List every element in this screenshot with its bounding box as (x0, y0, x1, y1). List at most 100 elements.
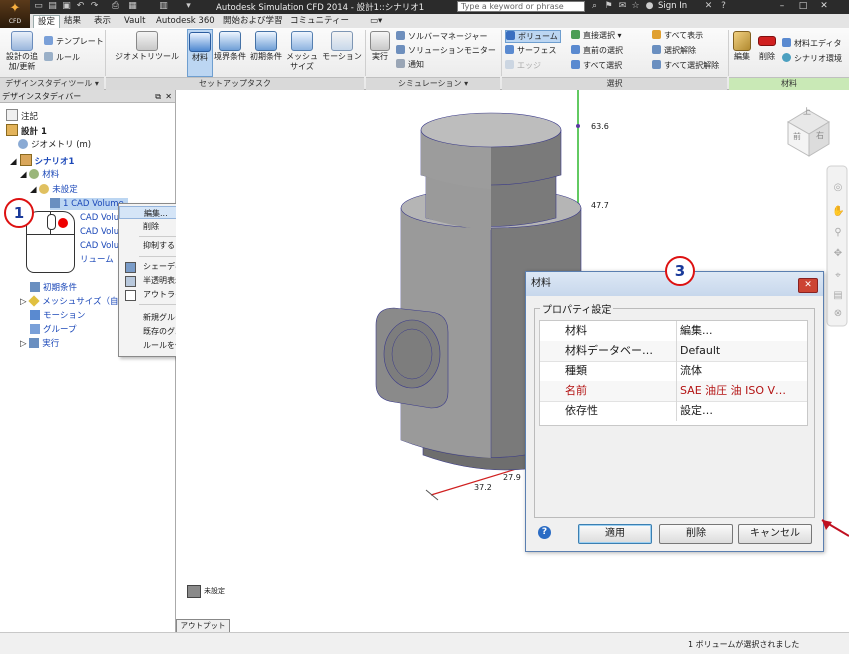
scenario-environment-button[interactable]: シナリオ環境 (782, 53, 842, 64)
axis-tick (576, 124, 580, 128)
run-button[interactable]: 実行 (368, 31, 392, 62)
help-icon[interactable]: ? (718, 1, 729, 12)
subscription-icon[interactable]: ⚑ (603, 1, 614, 12)
orbit-icon[interactable]: ✥ (832, 248, 844, 260)
material-button[interactable]: 材料 (187, 29, 213, 77)
tab-community[interactable]: コミュニティー (286, 15, 353, 28)
close-window-button[interactable]: ✕ (818, 1, 830, 12)
material-editor-button[interactable]: 材料エディタ (782, 38, 841, 49)
settings-icon[interactable]: ▥ (158, 1, 169, 12)
tab-autodesk-360[interactable]: Autodesk 360 (152, 15, 219, 28)
tree-item-notes[interactable]: 注記 (6, 109, 38, 123)
tree-item-materials[interactable]: ◢ 材料 (20, 169, 59, 181)
sign-in-link[interactable]: Sign In (658, 1, 687, 11)
clear-icon[interactable]: ⊗ (832, 308, 844, 320)
search-icon[interactable]: ⌕ (589, 1, 600, 12)
tree-item-groups[interactable]: グループ (30, 324, 77, 336)
measure-icon[interactable]: ▤ (832, 290, 844, 302)
geometry-tools-button[interactable]: ジオメトリツール (110, 31, 184, 62)
deselect-all-button[interactable]: すべて選択解除 (652, 60, 719, 71)
boundary-conditions-button[interactable]: 境界条件 (213, 31, 247, 62)
solver-manager-button[interactable]: ソルバーマネージャー (396, 31, 487, 42)
look-icon[interactable]: ⌖ (832, 270, 844, 282)
property-value[interactable]: 設定… (676, 401, 808, 421)
motion-button[interactable]: モーション (322, 31, 362, 62)
tab-setup[interactable]: 設定 (33, 15, 61, 29)
steering-wheel-icon[interactable]: ◎ (832, 182, 844, 194)
tree-item-mesh-size[interactable]: ▷ メッシュサイズ（自 (20, 295, 119, 308)
property-row-material[interactable]: 材料 編集... (540, 321, 807, 342)
panel-title-simulation[interactable]: シミュレーション ▾ (366, 77, 500, 90)
tab-extra-icon[interactable]: ▭▾ (366, 15, 386, 28)
redo-icon[interactable]: ↷ (89, 1, 100, 12)
maximize-button[interactable]: □ (797, 1, 809, 12)
mesh-size-button[interactable]: メッシュサイズ (285, 31, 319, 72)
open-icon[interactable]: ▤ (47, 1, 58, 12)
tab-vault[interactable]: Vault (120, 15, 149, 28)
dropdown-icon[interactable]: ▾ (183, 1, 194, 12)
tree-item-cad-volume-selected[interactable]: 1 CAD Volume (50, 198, 128, 210)
tree-item-geometry[interactable]: ジオメトリ (m) (18, 139, 91, 151)
property-row-name[interactable]: 名前 SAE 油圧 油 ISO V… (540, 381, 807, 402)
select-all-button[interactable]: すべて選択 (571, 60, 622, 71)
add-update-design-button[interactable]: 設計の追加/更新 (2, 31, 42, 72)
tab-getting-started[interactable]: 開始および学習 (219, 15, 287, 28)
application-button[interactable]: ✦ CFD (0, 0, 30, 28)
delete-label: 削除 (759, 52, 775, 61)
delete-material-button[interactable]: 削除 (756, 31, 778, 62)
zoom-icon[interactable]: ⚲ (832, 227, 844, 239)
template-button[interactable]: テンプレート (44, 36, 104, 47)
cancel-button[interactable]: キャンセル (738, 524, 812, 544)
previous-select-button[interactable]: 直前の選択 (571, 45, 623, 56)
search-input[interactable]: Type a keyword or phrase (457, 1, 585, 12)
direct-select-dropdown[interactable]: 直接選択 ▾ (571, 30, 622, 41)
save-icon[interactable]: ▣ (61, 1, 72, 12)
close-panel-icon[interactable]: ✕ (165, 90, 172, 103)
initial-conditions-button[interactable]: 初期条件 (249, 31, 283, 62)
tree-item-motion[interactable]: モーション (30, 310, 85, 322)
communication-icon[interactable]: ✉ (617, 1, 628, 12)
select-all-label: すべて選択 (583, 61, 623, 70)
help-icon[interactable]: ? (538, 526, 551, 539)
apply-button[interactable]: 適用 (578, 524, 652, 544)
property-value[interactable]: 流体 (676, 361, 808, 381)
tab-view[interactable]: 表示 (90, 15, 115, 28)
tab-results[interactable]: 結果 (60, 15, 85, 28)
minimize-button[interactable]: – (776, 1, 788, 12)
exchange-icon[interactable]: ✕ (703, 1, 714, 12)
design-study-bar-title: デザインスタディバー ⧉ ✕ (0, 90, 175, 103)
property-value[interactable]: SAE 油圧 油 ISO V… (676, 381, 808, 401)
pin-icon[interactable]: ⧉ (155, 90, 161, 103)
favorite-icon[interactable]: ☆ (630, 1, 641, 12)
show-all-button[interactable]: すべて表示 (652, 30, 703, 41)
tree-item-volume[interactable]: リューム (80, 254, 114, 266)
tree-item-design[interactable]: 設計 1 (6, 124, 47, 138)
print-icon[interactable]: ⎙ (110, 1, 121, 12)
solution-monitor-button[interactable]: ソリューションモニター (396, 45, 496, 56)
rule-button[interactable]: ルール (44, 52, 80, 63)
edge-select-button[interactable]: エッジ (505, 60, 541, 71)
volume-select-button[interactable]: ボリューム (505, 30, 561, 43)
edit-material-button[interactable]: 編集 (730, 31, 754, 62)
output-bar-toggle[interactable]: アウトプットバー (176, 619, 230, 642)
property-row-type[interactable]: 種類 流体 (540, 361, 807, 382)
property-value[interactable]: Default (676, 341, 808, 361)
pan-icon[interactable]: ✋ (832, 206, 844, 218)
property-row-database[interactable]: 材料データベー… Default (540, 341, 807, 362)
new-icon[interactable]: ▭ (33, 1, 44, 12)
tree-item-initial-conditions[interactable]: 初期条件 (30, 282, 77, 294)
deselect-button[interactable]: 選択解除 (652, 45, 696, 56)
screenshot-icon[interactable]: ▦ (127, 1, 138, 12)
tree-item-unset[interactable]: ◢ 未設定 (30, 184, 78, 196)
surface-select-button[interactable]: サーフェス (505, 45, 557, 56)
panel-title-design-study[interactable]: デザインスタディツール ▾ (0, 77, 104, 90)
tree-item-scenario[interactable]: ◢ シナリオ1 (10, 154, 74, 168)
undo-icon[interactable]: ↶ (75, 1, 86, 12)
delete-button[interactable]: 削除 (659, 524, 733, 544)
property-value[interactable]: 編集... (676, 321, 808, 341)
dialog-close-button[interactable]: ✕ (798, 278, 818, 293)
property-row-dependency[interactable]: 依存性 設定… (540, 401, 807, 421)
user-icon[interactable]: ● (644, 1, 655, 12)
tree-item-run[interactable]: ▷ 実行 (20, 338, 59, 350)
notify-button[interactable]: 通知 (396, 59, 424, 70)
